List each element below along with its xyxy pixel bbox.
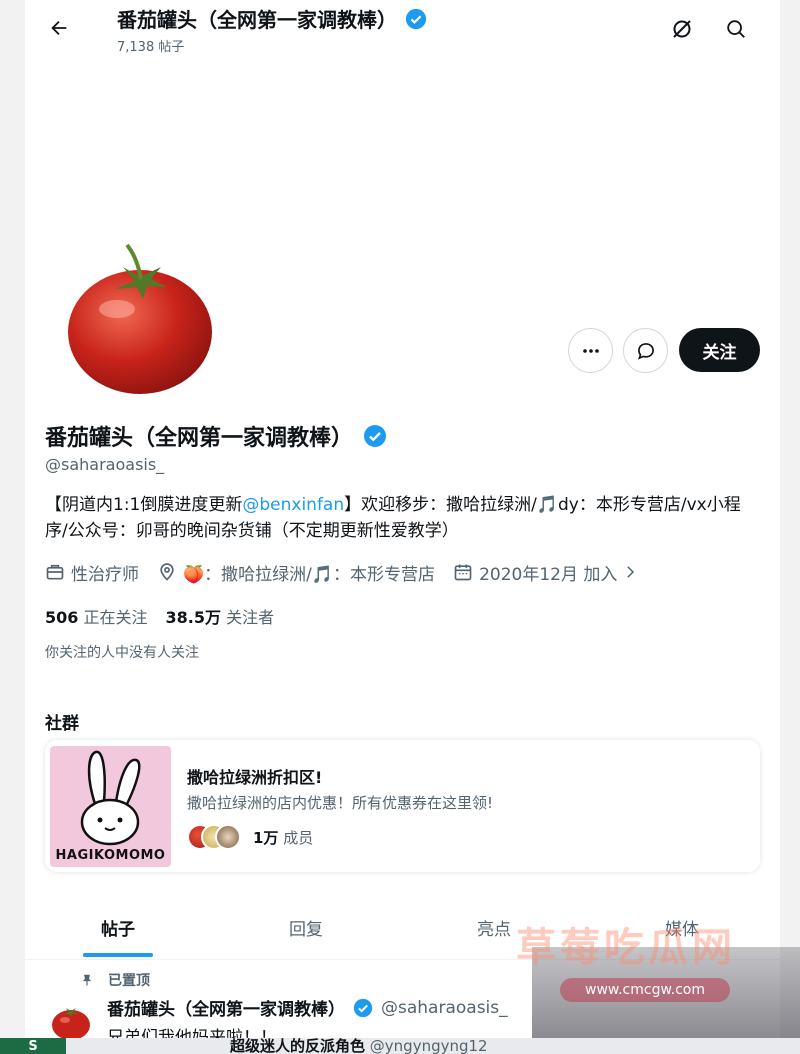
tab-highlights[interactable]: 亮点	[477, 915, 511, 940]
tab-replies[interactable]: 回复	[289, 915, 323, 940]
verified-badge-icon	[405, 8, 427, 29]
profile-page: 番茄罐头（全网第一家调教棒） 7,138 帖子 关注 番茄罐头（全网第一家调教棒…	[25, 0, 780, 1054]
back-button[interactable]	[45, 14, 73, 42]
more-button[interactable]	[568, 328, 613, 373]
more-dots-icon	[582, 348, 599, 353]
community-card[interactable]: HAGIKOMOMO 撒哈拉绿洲折扣区! 撒哈拉绿洲的店内优惠！所有优惠券在这里…	[45, 740, 760, 872]
community-name: 撒哈拉绿洲折扣区!	[187, 768, 323, 787]
location-item: 🍑：撒哈拉绿洲/🎵：本形专营店	[157, 560, 435, 585]
category-item: 性治疗师	[45, 560, 139, 585]
members-count: 1万	[253, 828, 279, 847]
chevron-right-icon[interactable]	[621, 563, 639, 581]
verified-badge-icon	[353, 998, 373, 1017]
joined-text: 2020年12月 加入	[479, 564, 618, 585]
message-button[interactable]	[623, 328, 668, 373]
bottom-chip[interactable]: S	[0, 1038, 66, 1054]
bottom-strip: S 超级迷人的反派角色 @yngyngyng12	[0, 1038, 800, 1054]
location-text: 🍑：撒哈拉绿洲/🎵：本形专营店	[183, 564, 436, 585]
post-handle[interactable]: @saharaoasis_	[381, 998, 508, 1018]
community-image: HAGIKOMOMO	[50, 746, 171, 867]
post-header: 番茄罐头（全网第一家调教棒） @saharaoasis_	[107, 995, 508, 1021]
follow-button[interactable]: 关注	[679, 328, 760, 372]
arrow-left-icon	[51, 20, 67, 36]
bottom-strip-title: 超级迷人的反派角色	[230, 1038, 366, 1054]
profile-header: 番茄罐头（全网第一家调教棒） 7,138 帖子	[25, 0, 780, 60]
profile-meta: 性治疗师 🍑：撒哈拉绿洲/🎵：本形专营店 2020年12月 加入	[45, 560, 657, 585]
followers-count: 38.5万	[165, 608, 221, 627]
profile-name: 番茄罐头（全网第一家调教棒）	[45, 426, 354, 451]
tomato-image	[68, 243, 212, 394]
community-section-title: 社群	[45, 714, 79, 734]
active-tab-indicator	[83, 953, 153, 957]
header-name: 番茄罐头（全网第一家调教棒）	[117, 8, 397, 32]
search-icon	[727, 20, 745, 38]
calendar-icon	[454, 564, 472, 581]
bottom-strip-text: 超级迷人的反派角色 @yngyngyng12	[230, 1038, 488, 1054]
post-avatar[interactable]	[50, 1000, 92, 1042]
member-avatars	[187, 824, 243, 850]
pinned-indicator: 已置顶	[80, 970, 150, 990]
profile-bio: 【阴道内1:1倒膜进度更新@benxinfan】欢迎移步：撒哈拉绿洲/🎵dy：本…	[45, 492, 745, 544]
members-label: 成员	[283, 828, 314, 847]
tab-posts[interactable]: 帖子	[101, 915, 135, 940]
community-logo-text: HAGIKOMOMO	[55, 848, 166, 863]
post-author[interactable]: 番茄罐头（全网第一家调教棒）	[107, 995, 345, 1020]
pin-icon	[82, 974, 92, 986]
community-members: 1万 成员	[187, 824, 313, 850]
chat-bubble-icon	[637, 342, 654, 360]
followers-link[interactable]: 38.5万 关注者	[166, 604, 275, 628]
followed-by-text: 你关注的人中没有人关注	[45, 645, 199, 661]
briefcase-icon	[46, 564, 64, 580]
community-description: 撒哈拉绿洲的店内优惠！所有优惠券在这里领!	[187, 794, 494, 812]
profile-avatar[interactable]	[55, 232, 225, 402]
bio-text-1: 【阴道内1:1倒膜进度更新	[45, 495, 243, 515]
watermark-title: 草莓吃瓜网	[516, 925, 736, 971]
location-pin-icon	[160, 563, 174, 581]
watermark-url: www.cmcgw.com	[560, 978, 730, 1002]
following-label: 正在关注	[83, 608, 148, 627]
tomato-image	[50, 1000, 92, 1042]
verified-badge-icon[interactable]	[363, 424, 387, 448]
search-button[interactable]	[721, 14, 751, 44]
bio-mention-link[interactable]: @benxinfan	[242, 495, 344, 515]
category-text: 性治疗师	[71, 564, 139, 585]
header-title: 番茄罐头（全网第一家调教棒）	[117, 4, 427, 33]
pinned-label: 已置顶	[108, 973, 150, 989]
followers-label: 关注者	[226, 608, 275, 627]
following-link[interactable]: 506 正在关注	[45, 604, 148, 628]
following-count: 506	[45, 608, 79, 627]
post-count: 7,138 帖子	[117, 40, 185, 55]
follow-stats: 506 正在关注 38.5万 关注者	[45, 604, 274, 628]
profile-handle: @saharaoasis_	[45, 455, 165, 474]
member-avatar	[215, 824, 241, 850]
grok-icon	[673, 20, 691, 38]
grok-button[interactable]	[667, 14, 697, 44]
profile-name-row: 番茄罐头（全网第一家调教棒）	[45, 420, 387, 452]
bottom-strip-handle: @yngyngyng12	[369, 1038, 488, 1054]
joined-item: 2020年12月 加入	[453, 560, 639, 585]
